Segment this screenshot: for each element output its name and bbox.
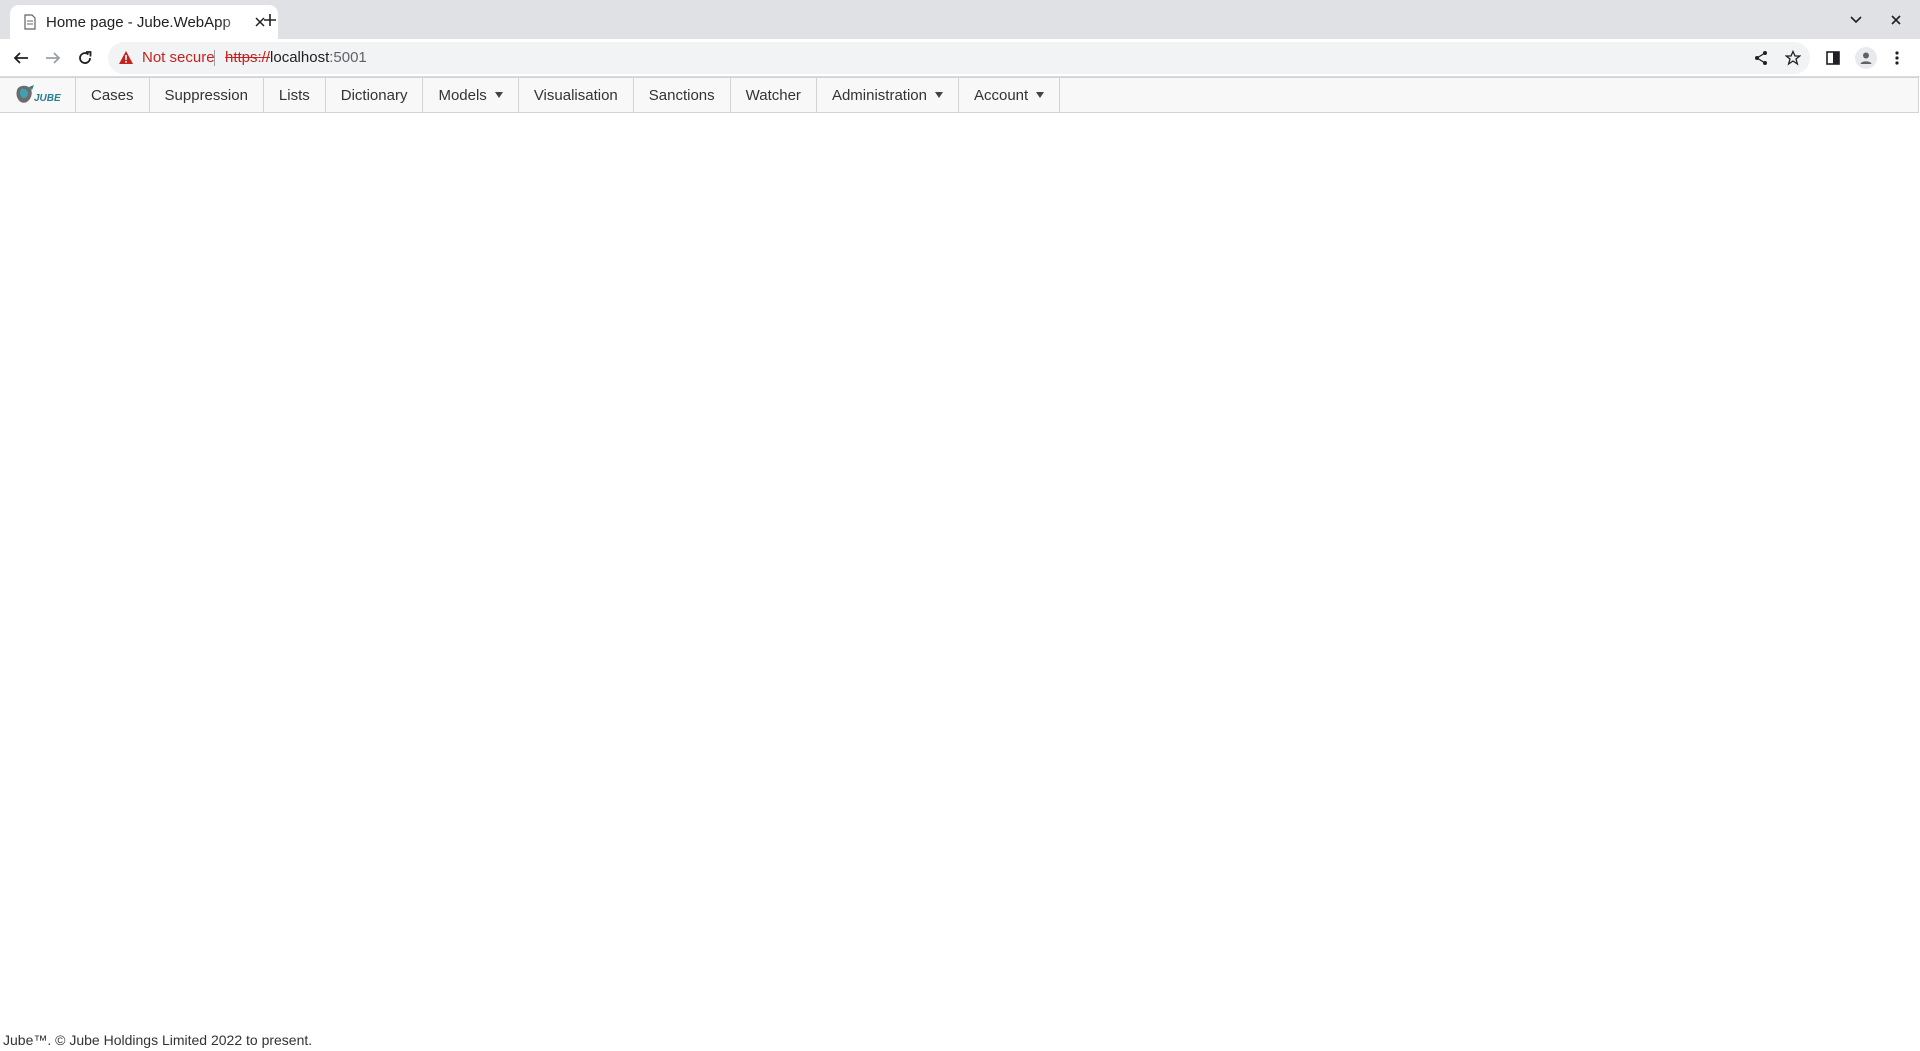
security-status[interactable]: Not secure xyxy=(142,49,215,66)
menu-label: Models xyxy=(438,86,487,104)
menu-sanctions[interactable]: Sanctions xyxy=(634,78,731,112)
side-panel-icon[interactable] xyxy=(1822,47,1844,69)
logo-text: JUBE xyxy=(34,93,61,104)
menu-label: Administration xyxy=(831,86,927,104)
menu-account[interactable]: Account xyxy=(959,78,1061,112)
caret-down-icon xyxy=(1036,92,1045,98)
menu-dictionary[interactable]: Dictionary xyxy=(326,78,424,112)
menu-suppression[interactable]: Suppression xyxy=(150,78,264,112)
url-host: localhost xyxy=(270,49,330,66)
document-icon xyxy=(22,14,38,30)
menu-label: Visualisation xyxy=(533,86,618,104)
tab-strip: Home page - Jube.WebApp xyxy=(0,0,1920,39)
url-scheme: https:// xyxy=(225,49,271,66)
footer-copyright: Jube™. © Jube Holdings Limited 2022 to p… xyxy=(3,1032,313,1048)
new-tab-icon[interactable] xyxy=(259,9,281,31)
warning-icon[interactable] xyxy=(118,50,134,66)
menu-administration[interactable]: Administration xyxy=(817,78,959,112)
menu-models[interactable]: Models xyxy=(423,78,519,112)
url-text[interactable]: https://localhost:5001 xyxy=(225,49,367,66)
app-menubar: JUBE Cases Suppression Lists Dictionary … xyxy=(0,77,1919,113)
forward-arrow-icon[interactable] xyxy=(42,47,64,69)
share-icon[interactable] xyxy=(1752,49,1770,67)
caret-down-icon xyxy=(934,92,943,98)
menu-lists[interactable]: Lists xyxy=(264,78,326,112)
bookmark-star-icon[interactable] xyxy=(1784,49,1802,67)
close-window-icon[interactable] xyxy=(1886,10,1906,30)
address-bar[interactable]: Not secure https://localhost:5001 xyxy=(108,42,1810,74)
profile-avatar-icon[interactable] xyxy=(1855,47,1877,69)
caret-down-icon xyxy=(494,92,503,98)
omnibox-divider xyxy=(214,50,215,66)
menu-label: Lists xyxy=(278,86,310,104)
url-port: :5001 xyxy=(329,49,367,66)
menu-label: Suppression xyxy=(164,86,248,104)
menu-label: Dictionary xyxy=(340,86,408,104)
tab-title: Home page - Jube.WebApp xyxy=(46,13,231,31)
back-arrow-icon[interactable] xyxy=(10,47,32,69)
reload-icon[interactable] xyxy=(74,47,96,69)
browser-tab[interactable]: Home page - Jube.WebApp xyxy=(10,5,278,39)
menu-label: Sanctions xyxy=(648,86,715,104)
menu-visualisation[interactable]: Visualisation xyxy=(519,78,634,112)
menu-cases[interactable]: Cases xyxy=(76,78,150,112)
menu-label: Watcher xyxy=(745,86,801,104)
menu-watcher[interactable]: Watcher xyxy=(731,78,817,112)
browser-toolbar: Not secure https://localhost:5001 xyxy=(0,39,1920,77)
menu-label: Account xyxy=(973,86,1029,104)
tab-search-chevron-icon[interactable] xyxy=(1846,10,1866,30)
browser-menu-icon[interactable] xyxy=(1886,47,1908,69)
jube-logo[interactable]: JUBE xyxy=(0,78,76,112)
menu-label: Cases xyxy=(91,86,134,104)
